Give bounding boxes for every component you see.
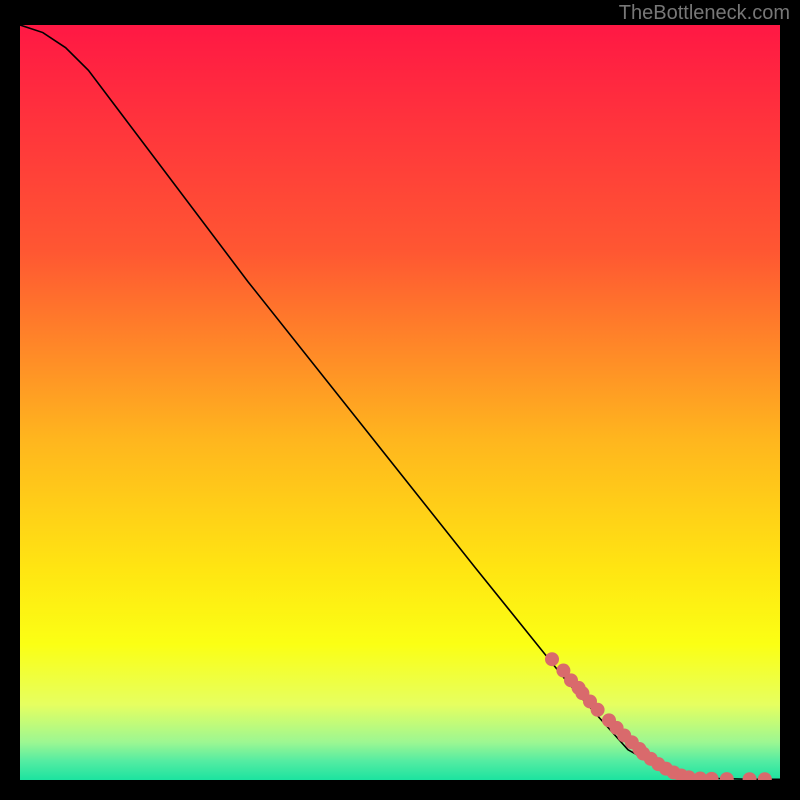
plot-area	[20, 25, 780, 780]
chart-container: TheBottleneck.com	[0, 0, 800, 800]
chart-background	[20, 25, 780, 780]
watermark-text: TheBottleneck.com	[619, 2, 790, 25]
data-marker	[591, 703, 605, 717]
chart-svg	[20, 25, 780, 780]
data-marker	[545, 652, 559, 666]
